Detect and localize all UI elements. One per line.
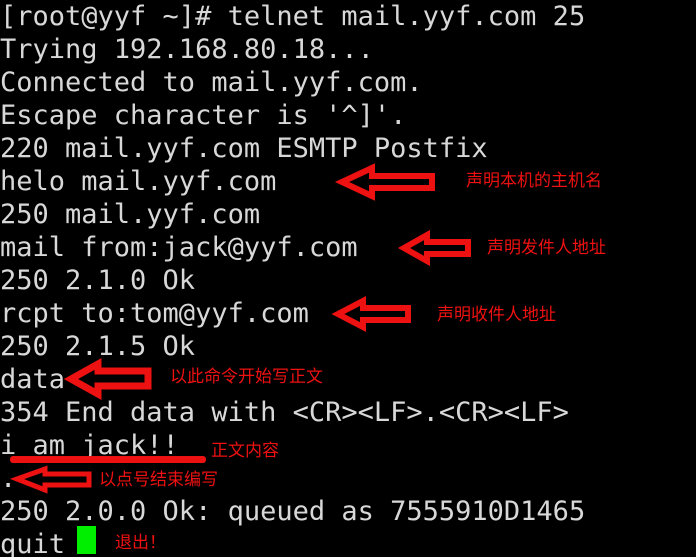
annotation-arrow-recipient-icon [331, 296, 412, 332]
terminal-window[interactable]: [root@yyf ~]# telnet mail.yyf.com 25 Try… [0, 0, 696, 557]
terminal-line-mail-from: mail from:jack@yyf.com [0, 232, 358, 263]
annotation-arrow-hostname-icon [334, 163, 436, 201]
terminal-line-trying: Trying 192.168.80.18... [0, 34, 374, 65]
terminal-line-escape: Escape character is '^]'. [0, 100, 407, 131]
annotation-arrow-data-icon [63, 358, 152, 400]
terminal-line-quit: quit [0, 529, 66, 557]
annotation-hostname-note: 声明本机的主机名 [466, 171, 602, 191]
annotation-quit-note: 退出！ [115, 533, 166, 553]
terminal-line-250-215-ok: 250 2.1.5 Ok [0, 331, 196, 362]
annotation-data-note: 以此命令开始写正文 [170, 367, 323, 387]
terminal-line-250-210-ok: 250 2.1.0 Ok [0, 265, 196, 296]
terminal-line-prompt-telnet: [root@yyf ~]# telnet mail.yyf.com 25 [0, 1, 586, 32]
annotation-arrow-sender-icon [397, 229, 472, 267]
annotation-body-note: 正文内容 [211, 441, 279, 461]
terminal-line-250-helo-reply: 250 mail.yyf.com [0, 199, 261, 230]
terminal-line-helo: helo mail.yyf.com [0, 166, 277, 197]
annotation-recipient-note: 声明收件人地址 [437, 305, 556, 325]
terminal-line-220-banner: 220 mail.yyf.com ESMTP Postfix [0, 133, 488, 164]
annotation-sender-note: 声明发件人地址 [487, 238, 606, 258]
annotation-end-note: 以点号结束编写 [99, 470, 218, 490]
annotation-body-underline [10, 456, 206, 463]
terminal-line-354-end-data: 354 End data with <CR><LF>.<CR><LF> [0, 397, 569, 428]
terminal-line-rcpt-to: rcpt to:tom@yyf.com [0, 298, 309, 329]
terminal-cursor [77, 526, 96, 554]
annotation-arrow-end-icon [9, 465, 93, 494]
terminal-line-connected: Connected to mail.yyf.com. [0, 67, 423, 98]
terminal-line-250-queued: 250 2.0.0 Ok: queued as 7555910D1465 [0, 496, 586, 527]
terminal-line-data: data [0, 364, 66, 395]
